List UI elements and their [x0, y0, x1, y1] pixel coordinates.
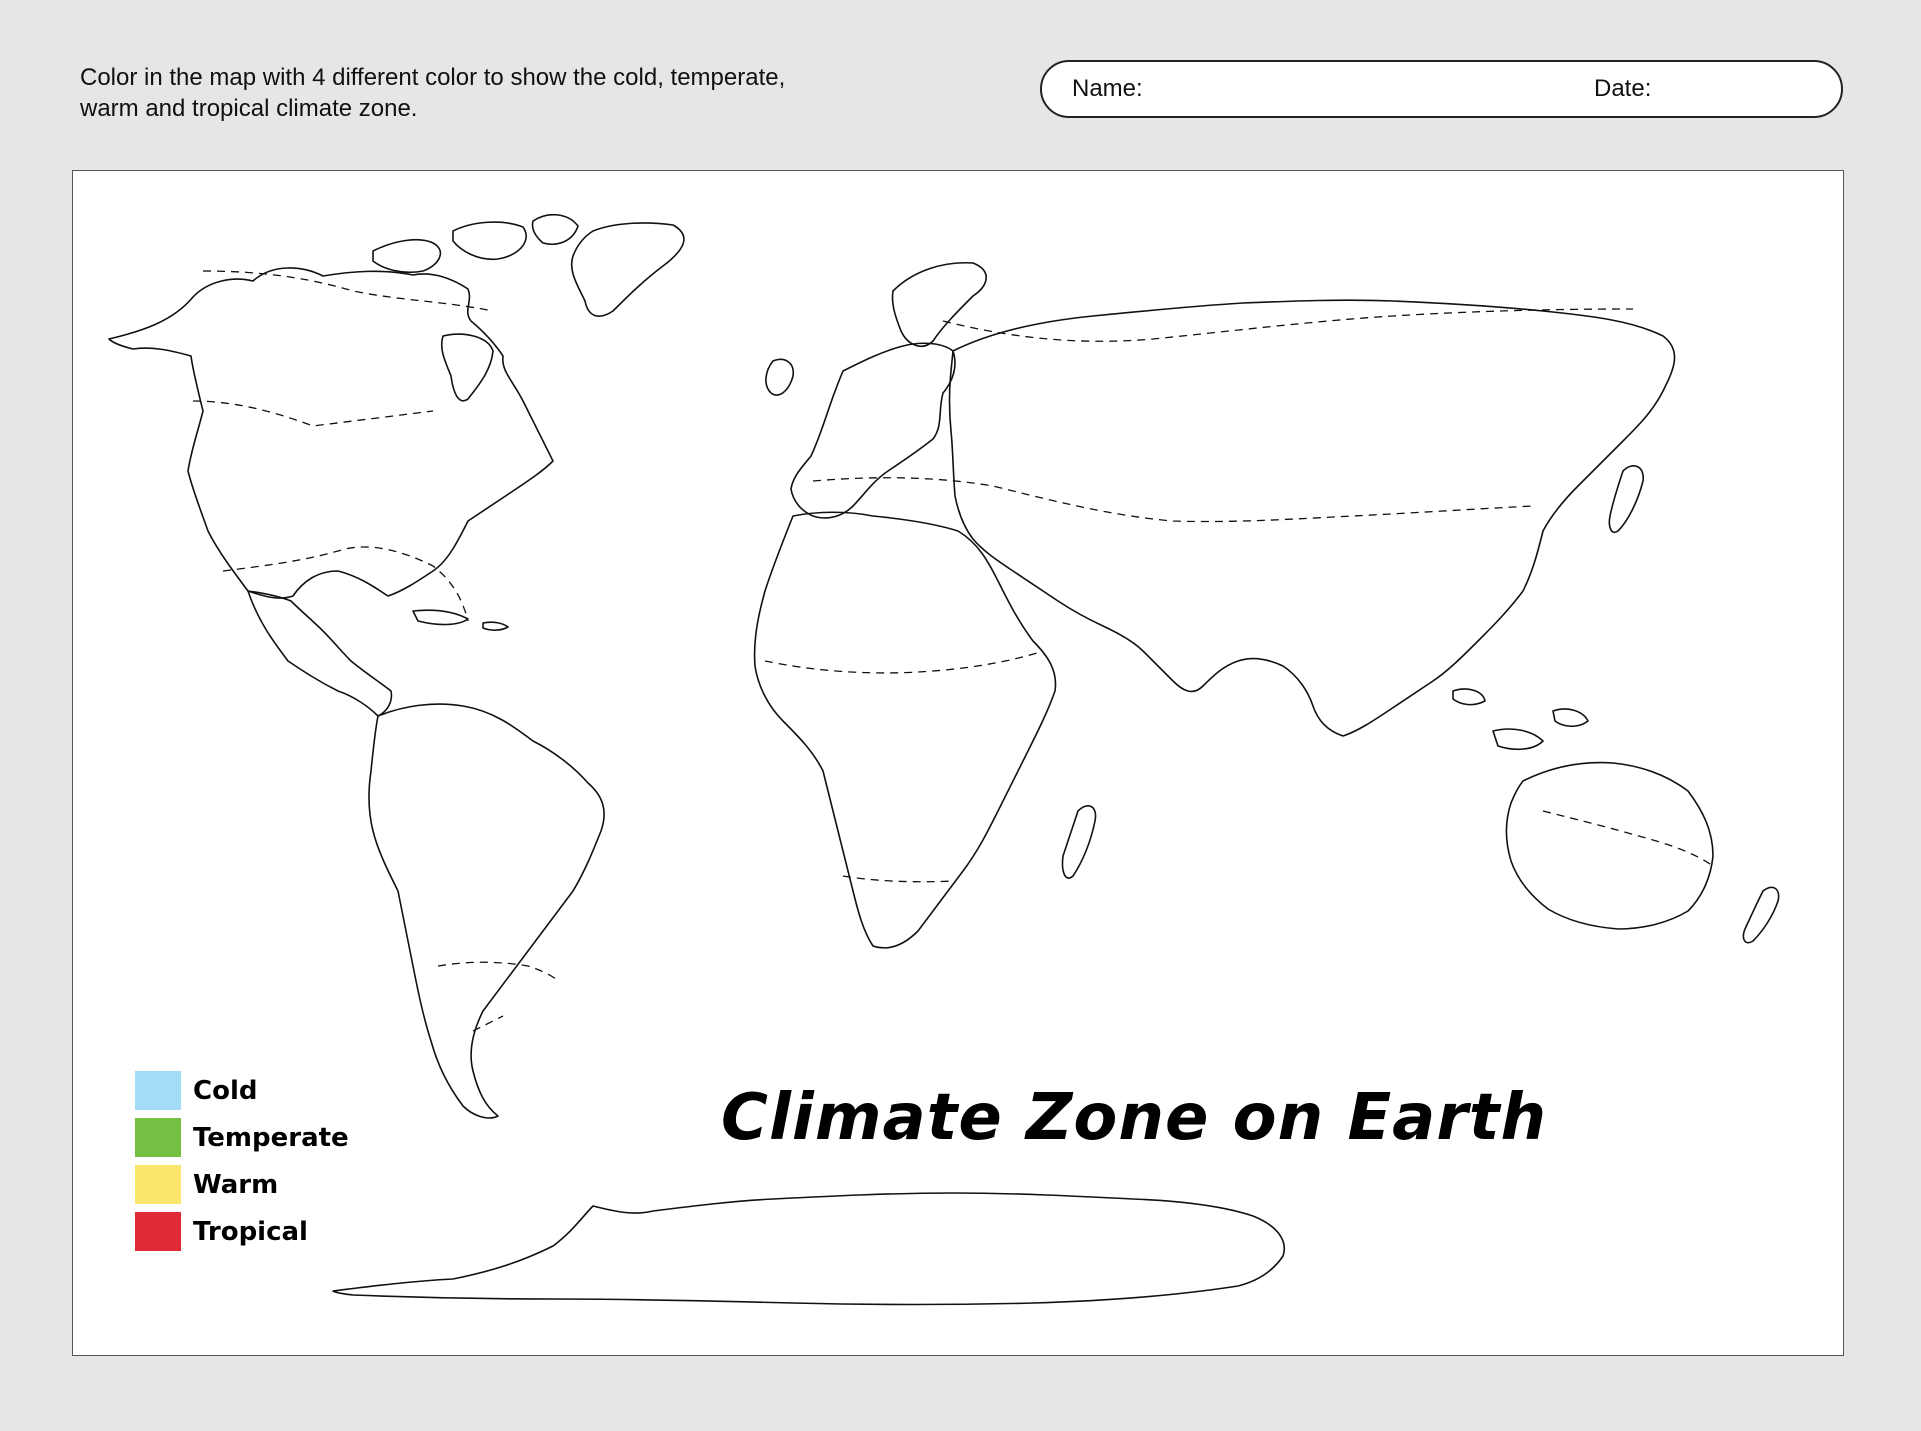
new-zealand-outline	[1742, 886, 1780, 944]
legend-label-warm: Warm	[193, 1169, 279, 1200]
hudson-bay-outline	[440, 333, 494, 402]
boundary-eurasia-arctic	[942, 308, 1634, 342]
map-title: Climate Zone on Earth	[721, 1081, 1548, 1155]
southeast-asia-islands-outline	[1452, 688, 1589, 751]
legend-item-temperate: Temperate	[135, 1114, 349, 1161]
world-map-frame: Cold Temperate Warm Tropical Climate Zon…	[72, 170, 1844, 1356]
legend-item-tropical: Tropical	[135, 1208, 349, 1255]
name-label: Name:	[1072, 75, 1143, 102]
boundary-north-america-arctic	[202, 270, 494, 312]
name-date-field[interactable]: Name: Date:	[1040, 60, 1843, 118]
legend-swatch-temperate	[135, 1118, 181, 1157]
south-america-outline	[368, 703, 605, 1119]
boundary-africa-north	[764, 650, 1044, 674]
madagascar-outline	[1061, 805, 1097, 879]
legend-label-temperate: Temperate	[193, 1122, 349, 1153]
arctic-islands-outline	[372, 213, 579, 274]
boundary-australia	[1542, 810, 1714, 867]
british-isles-outline	[765, 358, 795, 396]
climate-legend: Cold Temperate Warm Tropical	[135, 1067, 349, 1255]
boundary-africa-south	[842, 875, 954, 883]
legend-swatch-warm	[135, 1165, 181, 1204]
central-america-outline	[247, 590, 393, 717]
climate-zone-boundaries	[192, 270, 1714, 1032]
legend-label-cold: Cold	[193, 1075, 258, 1106]
legend-item-cold: Cold	[135, 1067, 349, 1114]
boundary-north-america-temperate	[192, 400, 434, 427]
boundary-eurasia-temperate	[812, 477, 1534, 523]
legend-label-tropical: Tropical	[193, 1216, 308, 1247]
antarctica-outline	[332, 1192, 1285, 1306]
australia-outline	[1505, 761, 1714, 930]
europe-outline	[790, 342, 956, 519]
caribbean-islands-outline	[412, 609, 509, 631]
north-america-outline	[108, 267, 554, 599]
worksheet-instructions: Color in the map with 4 different color …	[80, 64, 786, 122]
africa-outline	[753, 511, 1057, 949]
legend-swatch-cold	[135, 1071, 181, 1110]
scandinavia-outline	[891, 261, 987, 347]
date-label: Date:	[1594, 75, 1652, 102]
legend-swatch-tropical	[135, 1212, 181, 1251]
boundary-south-america	[437, 961, 559, 982]
legend-item-warm: Warm	[135, 1161, 349, 1208]
japan-outline	[1608, 465, 1644, 534]
asia-outline	[948, 299, 1676, 737]
greenland-outline	[570, 222, 685, 317]
